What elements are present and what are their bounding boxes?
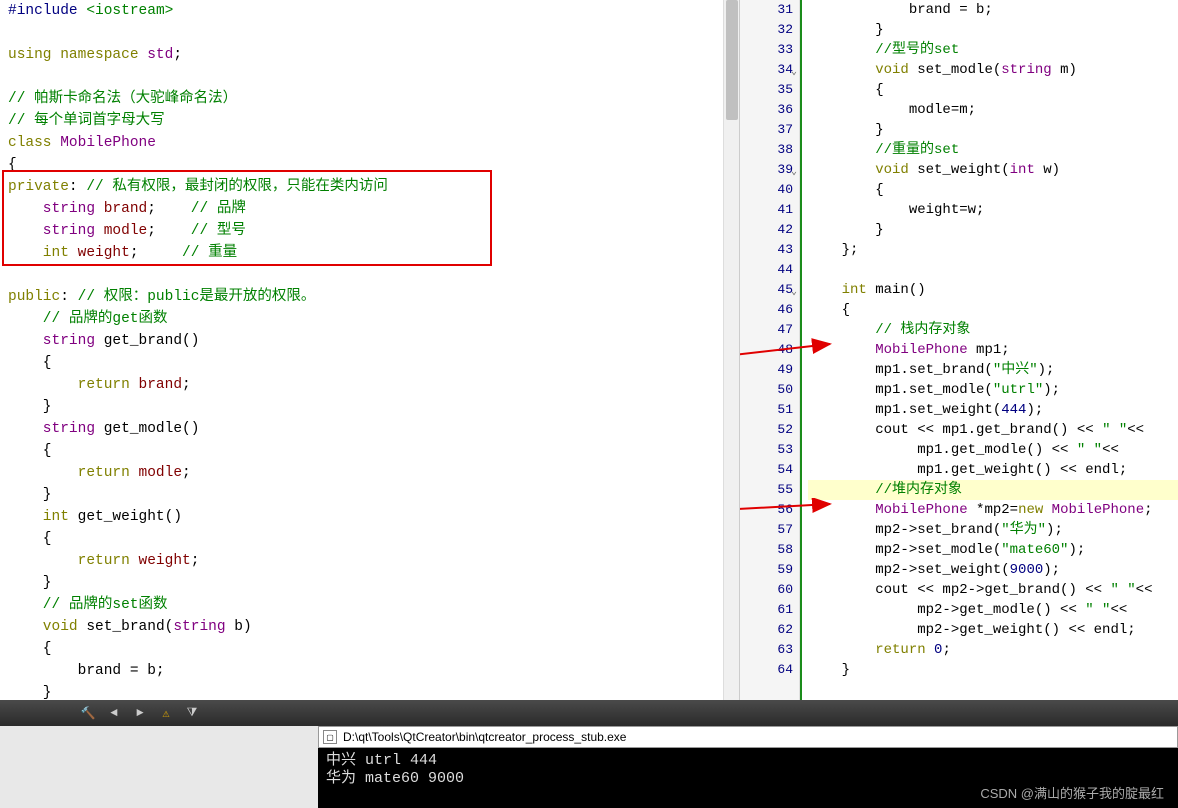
comment: // 帕斯卡命名法（大驼峰命名法） — [8, 91, 237, 107]
console-area: ▢ D:\qt\Tools\QtCreator\bin\qtcreator_pr… — [0, 726, 1178, 808]
warning-icon[interactable]: ⚠ — [158, 705, 174, 721]
console-left-gap — [0, 726, 318, 808]
arrow-right-icon[interactable]: ► — [132, 705, 148, 721]
bottom-toolbar: 🔨 ◄ ► ⚠ ⧩ — [0, 700, 1178, 726]
watermark: CSDN @满山的猴子我的腚最红 — [980, 783, 1164, 802]
scrollbar-vertical[interactable] — [723, 0, 739, 700]
arrow-left-icon[interactable]: ◄ — [106, 705, 122, 721]
line-number-gutter: 31323334⌄3536373839⌄404142434445⌄4647484… — [740, 0, 800, 700]
left-code-pane[interactable]: #include <iostream> using namespace std;… — [0, 0, 740, 700]
build-icon[interactable]: 🔨 — [80, 705, 96, 721]
scrollbar-thumb[interactable] — [726, 0, 738, 120]
console-window-icon: ▢ — [323, 730, 337, 744]
console-title: D:\qt\Tools\QtCreator\bin\qtcreator_proc… — [343, 730, 626, 744]
right-code[interactable]: brand = b; } //型号的set void set_modle(str… — [800, 0, 1178, 700]
right-code-pane[interactable]: 31323334⌄3536373839⌄404142434445⌄4647484… — [740, 0, 1178, 700]
filter-icon[interactable]: ⧩ — [184, 705, 200, 721]
console-titlebar[interactable]: ▢ D:\qt\Tools\QtCreator\bin\qtcreator_pr… — [318, 726, 1178, 748]
left-code[interactable]: #include <iostream> using namespace std;… — [0, 0, 739, 700]
preproc: #include — [8, 3, 78, 19]
